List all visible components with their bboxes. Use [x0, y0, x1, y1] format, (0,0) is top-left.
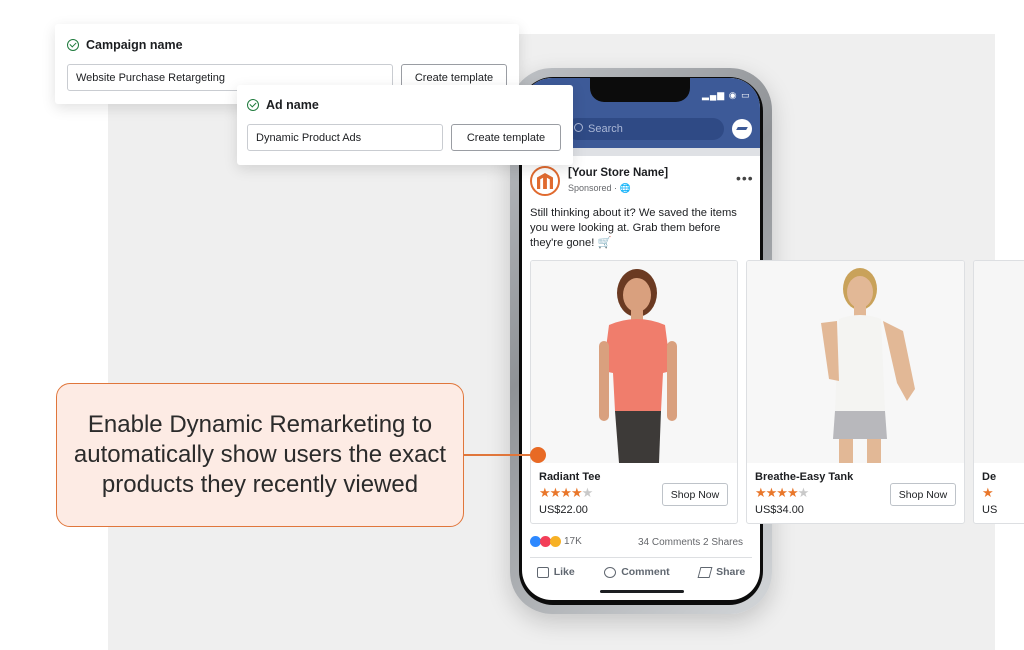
ad-name-field[interactable]: Dynamic Product Ads [247, 124, 443, 151]
store-name[interactable]: [Your Store Name] [568, 167, 668, 179]
status-bar-icons: ▂▄▆ ◉ ▭ [702, 90, 751, 100]
shop-now-button[interactable]: Shop Now [890, 483, 956, 506]
search-placeholder: Search [588, 123, 623, 135]
check-circle-icon [247, 99, 259, 111]
campaign-name-heading: Campaign name [67, 38, 183, 52]
campaign-name-title: Campaign name [86, 38, 183, 52]
product-image [974, 261, 1024, 463]
callout-connector-dot [530, 447, 546, 463]
stage: ▂▄▆ ◉ ▭ Search [Your Store Name] Sponsor… [0, 0, 1024, 650]
model-white-tank-image [747, 261, 964, 463]
product-card[interactable]: Breathe-Easy Tank ★★★★★ US$34.00 Shop No… [746, 260, 965, 524]
post-text: Still thinking about it? We saved the it… [530, 207, 737, 249]
search-input[interactable]: Search [566, 118, 724, 140]
product-name: De [982, 471, 997, 483]
sponsored-label: Sponsored · 🌐 [568, 183, 631, 193]
create-template-button[interactable]: Create template [451, 124, 561, 151]
ad-name-heading: Ad name [247, 98, 319, 112]
search-icon [574, 123, 583, 132]
product-image [747, 261, 964, 463]
ad-name-title: Ad name [266, 98, 319, 112]
product-price: US$22.00 [539, 504, 588, 516]
product-name: Radiant Tee [539, 471, 601, 483]
ad-name-card: Ad name Dynamic Product Ads Create templ… [237, 85, 573, 165]
product-card[interactable]: Radiant Tee ★★★★★ US$22.00 Shop Now [530, 260, 738, 524]
magento-logo-icon [537, 173, 553, 189]
more-options-icon[interactable]: ••• [736, 170, 754, 186]
callout-connector-line [464, 454, 536, 456]
store-logo[interactable] [530, 166, 560, 196]
rating-star-empty: ★ [581, 485, 594, 500]
product-name: Breathe-Easy Tank [755, 471, 854, 483]
product-price: US [982, 504, 998, 516]
check-circle-icon [67, 39, 79, 51]
product-price: US$34.00 [755, 504, 804, 516]
annotation-callout: Enable Dynamic Remarketing to automatica… [56, 383, 464, 527]
phone-notch [590, 78, 690, 102]
product-card[interactable]: De ★ US [973, 260, 1024, 524]
rating-stars: ★ [982, 485, 994, 500]
rating-star-empty: ★ [797, 485, 810, 500]
rating-stars: ★★★★★ [755, 485, 810, 501]
messenger-icon[interactable] [732, 119, 752, 139]
rating-stars: ★★★★★ [539, 485, 594, 501]
model-pink-tee-image [531, 261, 737, 463]
rating-stars-full: ★★★★ [539, 485, 583, 500]
callout-text: Enable Dynamic Remarketing to automatica… [73, 411, 447, 498]
product-image [531, 261, 737, 463]
shop-now-button[interactable]: Shop Now [662, 483, 728, 506]
rating-stars-full: ★★★★ [755, 485, 799, 500]
